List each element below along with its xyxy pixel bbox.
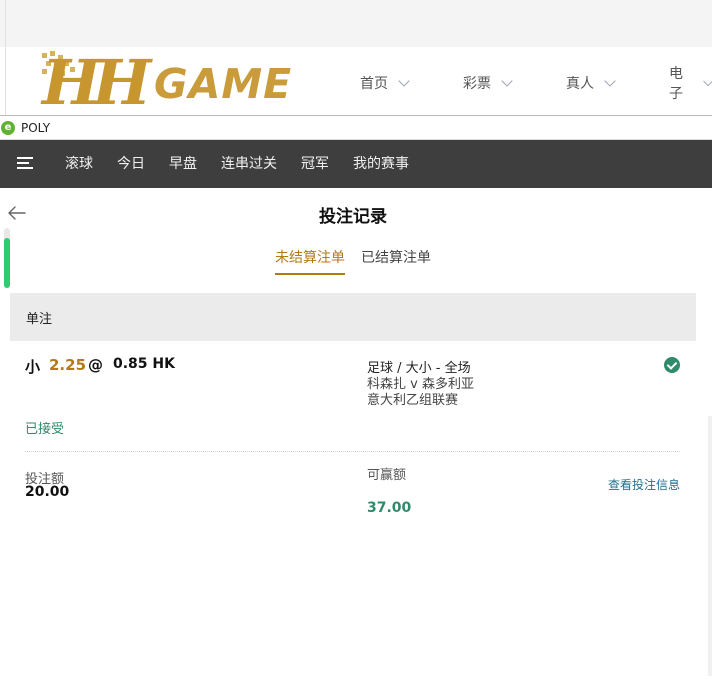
- site-menu-label: 彩票: [463, 76, 491, 92]
- poly-popup-window: e POLY 滚球 今日 早盘 连串过关 冠军 我的赛事 投注记录 未结算注单 …: [0, 115, 712, 684]
- divider: [5, 0, 6, 47]
- tab-today[interactable]: 今日: [117, 140, 145, 188]
- bet-handicap: 2.25: [49, 356, 87, 374]
- view-bet-info-link[interactable]: 查看投注信息: [608, 476, 680, 493]
- chevron-down-icon: [398, 75, 410, 87]
- site-menu-label: 电子: [669, 66, 683, 102]
- tab-outright[interactable]: 冠军: [301, 140, 329, 188]
- bet-odds: 0.85 HK: [113, 356, 175, 372]
- tab-parlay[interactable]: 连串过关: [221, 140, 277, 188]
- section-label: 单注: [26, 312, 53, 327]
- site-top-bar: [0, 0, 712, 47]
- site-menu-label: 真人: [566, 76, 594, 92]
- right-edge-shadow: [708, 416, 712, 676]
- site-logo[interactable]: HH GAME: [38, 48, 308, 114]
- site-menu-home[interactable]: 首页: [360, 72, 410, 94]
- tab-settled-bets[interactable]: 已结算注单: [361, 247, 431, 267]
- site-menu-live[interactable]: 真人: [566, 72, 616, 94]
- stake-value: 20.00: [25, 484, 70, 500]
- tab-unsettled-bets[interactable]: 未结算注单: [275, 247, 345, 267]
- potential-win-value: 37.00: [367, 500, 412, 516]
- window-titlebar[interactable]: e POLY: [0, 116, 712, 140]
- scrollbar-thumb[interactable]: [4, 238, 10, 288]
- tab-my-events[interactable]: 我的赛事: [353, 140, 409, 188]
- ie-icon: e: [1, 120, 15, 135]
- bet-selection: 小: [25, 358, 41, 376]
- tab-in-play[interactable]: 滚球: [65, 140, 93, 188]
- bet-status: 已接受: [25, 422, 65, 437]
- sports-navbar: 滚球 今日 早盘 连串过关 冠军 我的赛事: [0, 140, 712, 188]
- active-tab-indicator: [275, 273, 345, 275]
- dotted-divider: [25, 451, 680, 452]
- logo-wordmark: GAME: [154, 60, 293, 108]
- page-title: 投注记录: [319, 207, 387, 227]
- check-circle-icon: [664, 357, 680, 373]
- bet-league: 意大利乙组联赛: [367, 393, 459, 408]
- section-header: 单注: [10, 293, 696, 341]
- logo-hh-mark: HH: [42, 46, 151, 119]
- window-title: POLY: [21, 120, 51, 135]
- chevron-down-icon: [604, 75, 616, 87]
- hamburger-icon[interactable]: [17, 157, 35, 171]
- chevron-down-icon: [501, 75, 513, 87]
- tab-early[interactable]: 早盘: [169, 140, 197, 188]
- site-menu-slots[interactable]: 电子: [669, 66, 712, 102]
- bet-at-symbol: @: [88, 356, 103, 374]
- divider: [5, 47, 6, 117]
- site-menu-lottery[interactable]: 彩票: [463, 72, 513, 94]
- potential-win-label: 可赢额: [367, 468, 407, 483]
- chevron-down-icon: [703, 75, 712, 87]
- site-menu-label: 首页: [360, 76, 388, 92]
